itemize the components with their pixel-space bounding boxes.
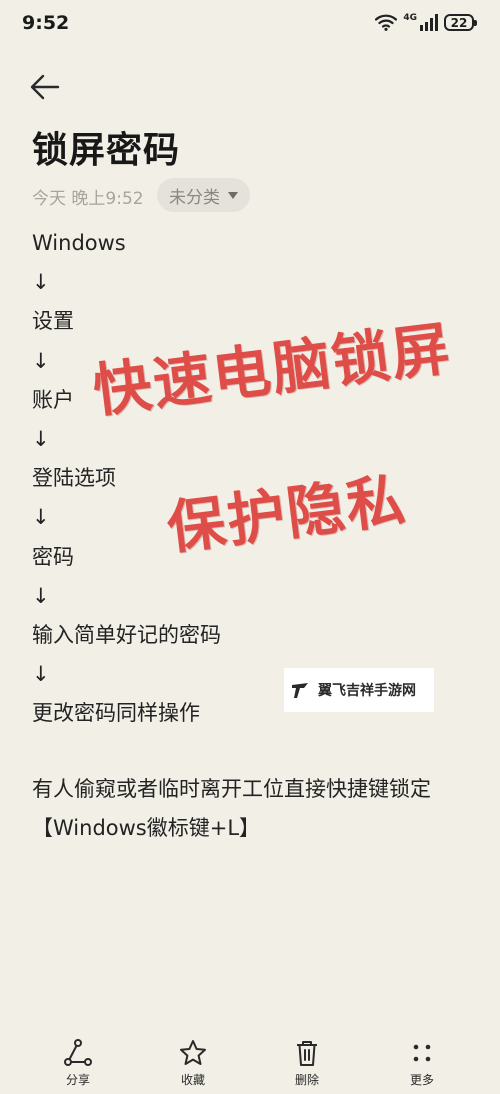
note-title[interactable]: 锁屏密码: [32, 121, 180, 173]
category-label: 未分类: [169, 187, 220, 208]
bottom-toolbar: 分享 收藏 删除 更多: [0, 1038, 500, 1094]
back-button[interactable]: [28, 70, 68, 104]
share-icon: [64, 1039, 92, 1066]
battery-level: 22: [450, 15, 468, 30]
battery-icon: 22: [444, 14, 477, 31]
star-icon: [180, 1040, 206, 1065]
favorite-button[interactable]: 收藏: [153, 1038, 233, 1088]
network-label: 4G: [403, 13, 417, 23]
note-time: 今天 晚上9:52: [32, 189, 144, 209]
note-line: ↓: [32, 583, 50, 608]
status-icons: 4G 22: [375, 13, 477, 31]
delete-button[interactable]: 删除: [267, 1038, 347, 1088]
note-line: 更改密码同样操作: [32, 701, 200, 726]
more-button[interactable]: 更多: [382, 1038, 462, 1088]
watermark: 翼飞吉祥手游网: [284, 668, 434, 712]
back-arrow-icon: [30, 74, 60, 100]
status-time: 9:52: [22, 12, 70, 34]
more-label: 更多: [409, 1073, 434, 1087]
share-label: 分享: [65, 1073, 90, 1087]
note-line: ↓: [32, 426, 50, 451]
watermark-text: 翼飞吉祥手游网: [318, 683, 416, 699]
category-dropdown[interactable]: 未分类: [157, 178, 250, 212]
more-dots-icon: [413, 1044, 431, 1062]
watermark-logo-icon: [292, 683, 308, 698]
signal-icon: [420, 14, 438, 31]
note-line: ↓: [32, 270, 50, 295]
note-line: 输入简单好记的密码: [32, 622, 221, 647]
delete-label: 删除: [294, 1073, 319, 1087]
note-line: ↓: [32, 662, 50, 687]
share-button[interactable]: 分享: [38, 1038, 118, 1088]
note-paragraph[interactable]: 有人偷窥或者临时离开工位直接快捷键锁定【Windows徽标键+L】: [32, 770, 472, 848]
wifi-icon: [375, 14, 398, 31]
trash-icon: [297, 1041, 317, 1066]
note-line: Windows: [32, 231, 126, 255]
favorite-label: 收藏: [180, 1073, 205, 1087]
chevron-down-icon: [228, 191, 238, 199]
